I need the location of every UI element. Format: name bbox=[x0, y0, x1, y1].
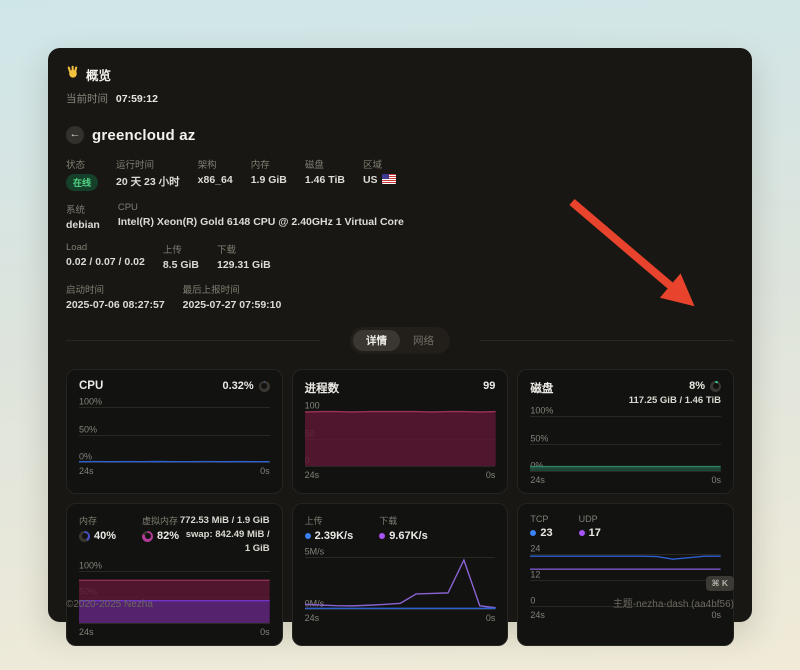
server-name: greencloud az bbox=[92, 127, 195, 144]
info-upload-total: 上传 8.5 GiB bbox=[163, 242, 199, 271]
upload-speed: 2.39K/s bbox=[315, 530, 354, 542]
server-info-row-1: 状态 在线 运行时间 20 天 23 小时 架构 x86_64 内存 1.9 G… bbox=[66, 157, 734, 191]
virtual-memory-gauge-ring bbox=[142, 531, 153, 542]
cpu-gauge-ring bbox=[259, 381, 270, 392]
process-card: 进程数 99 100500 24s 0s bbox=[292, 369, 509, 494]
info-region: 区域 US bbox=[363, 157, 396, 191]
info-last-report: 最后上报时间 2025-07-27 07:59:10 bbox=[183, 282, 282, 311]
tab-group: 详情 网络 bbox=[350, 327, 450, 354]
download-stat: 下载 9.67K/s bbox=[379, 514, 428, 542]
info-status: 状态 在线 bbox=[66, 157, 98, 191]
page-header: 概览 bbox=[66, 65, 734, 84]
cpu-chart-xaxis: 24s 0s bbox=[79, 466, 270, 476]
info-boot-time: 启动时间 2025-07-06 08:27:57 bbox=[66, 282, 165, 311]
network-chart-xaxis: 24s 0s bbox=[305, 613, 496, 623]
process-chart-xaxis: 24s 0s bbox=[305, 470, 496, 480]
disk-chart: 100%50%0% bbox=[530, 416, 721, 471]
udp-dot-icon bbox=[579, 530, 585, 536]
download-dot-icon bbox=[379, 533, 385, 539]
virtual-memory-stat: 虚拟内存 82% bbox=[142, 514, 179, 542]
info-download-total: 下载 129.31 GiB bbox=[217, 242, 271, 271]
tcp-dot-icon bbox=[530, 530, 536, 536]
copyright-text: ©2020-2025 Nezha bbox=[66, 599, 153, 610]
info-cpu-model: CPU Intel(R) Xeon(R) Gold 6148 CPU @ 2.4… bbox=[118, 202, 404, 231]
page-title: 概览 bbox=[86, 65, 111, 84]
divider-left bbox=[66, 340, 320, 341]
info-arch: 架构 x86_64 bbox=[198, 157, 233, 191]
tcp-count: 23 bbox=[540, 527, 552, 539]
memory-percent: 40% bbox=[94, 530, 116, 542]
upload-dot-icon bbox=[305, 533, 311, 539]
cpu-card-title: CPU bbox=[79, 380, 103, 392]
disk-card: 磁盘 8% 117.25 GiB / 1.46 TiB 100%50%0% 24… bbox=[517, 369, 734, 494]
udp-stat: UDP 17 bbox=[579, 514, 601, 539]
tcp-stat: TCP 23 bbox=[530, 514, 552, 539]
server-info-row-4: 启动时间 2025-07-06 08:27:57 最后上报时间 2025-07-… bbox=[66, 282, 734, 311]
divider-right bbox=[480, 340, 734, 341]
status-badge: 在线 bbox=[66, 174, 98, 191]
server-info-row-2: 系统 debian CPU Intel(R) Xeon(R) Gold 6148… bbox=[66, 202, 734, 231]
info-load: Load 0.02 / 0.07 / 0.02 bbox=[66, 242, 145, 271]
current-time: 当前时间 07:59:12 bbox=[66, 91, 734, 106]
memory-stat: 内存 40% bbox=[79, 514, 116, 542]
theme-version-text: 主题-nezha-dash (aa4bf56) bbox=[613, 595, 734, 610]
dashboard-panel: 概览 当前时间 07:59:12 ← greencloud az 状态 在线 运… bbox=[48, 48, 752, 622]
back-button[interactable]: ← bbox=[66, 126, 84, 144]
disk-gauge-ring bbox=[710, 381, 721, 392]
tab-network[interactable]: 网络 bbox=[400, 330, 447, 351]
disk-card-title: 磁盘 bbox=[530, 380, 553, 396]
virtual-memory-percent: 82% bbox=[157, 530, 179, 542]
info-system: 系统 debian bbox=[66, 202, 100, 231]
memory-gauge-ring bbox=[79, 531, 90, 542]
info-memory: 内存 1.9 GiB bbox=[251, 157, 287, 191]
tab-details[interactable]: 详情 bbox=[353, 330, 400, 351]
disk-chart-xaxis: 24s 0s bbox=[530, 475, 721, 485]
cpu-usage-value: 0.32% bbox=[222, 380, 253, 392]
process-card-title: 进程数 bbox=[305, 380, 340, 396]
cpu-card: CPU 0.32% 100%50%0% 24s 0s bbox=[66, 369, 283, 494]
memory-chart-xaxis: 24s 0s bbox=[79, 627, 270, 637]
swap-usage-detail: swap: 842.49 MiB / 1 GiB bbox=[179, 528, 270, 556]
server-info-row-3: Load 0.02 / 0.07 / 0.02 上传 8.5 GiB 下载 12… bbox=[66, 242, 734, 271]
command-k-shortcut[interactable]: ⌘ K bbox=[706, 576, 734, 591]
process-chart: 100500 bbox=[305, 411, 496, 466]
us-flag-icon bbox=[382, 174, 396, 184]
disk-usage-detail: 117.25 GiB / 1.46 TiB bbox=[629, 395, 721, 406]
info-disk: 磁盘 1.46 TiB bbox=[305, 157, 345, 191]
memory-usage-detail: 772.53 MiB / 1.9 GiB bbox=[179, 514, 270, 528]
view-tabs: 详情 网络 bbox=[66, 327, 734, 354]
time-value: 07:59:12 bbox=[116, 93, 158, 105]
connections-chart-xaxis: 24s 0s bbox=[530, 610, 721, 620]
download-speed: 9.67K/s bbox=[389, 530, 428, 542]
time-label: 当前时间 bbox=[66, 93, 108, 105]
upload-stat: 上传 2.39K/s bbox=[305, 514, 354, 542]
footer: ©2020-2025 Nezha ⌘ K 主题-nezha-dash (aa4b… bbox=[66, 573, 734, 610]
cpu-chart: 100%50%0% bbox=[79, 407, 270, 462]
info-uptime: 运行时间 20 天 23 小时 bbox=[116, 157, 180, 191]
disk-usage-value: 8% bbox=[689, 380, 705, 392]
process-count-value: 99 bbox=[483, 380, 495, 392]
udp-count: 17 bbox=[589, 527, 601, 539]
wave-icon bbox=[66, 65, 80, 84]
server-header: ← greencloud az bbox=[66, 126, 734, 144]
